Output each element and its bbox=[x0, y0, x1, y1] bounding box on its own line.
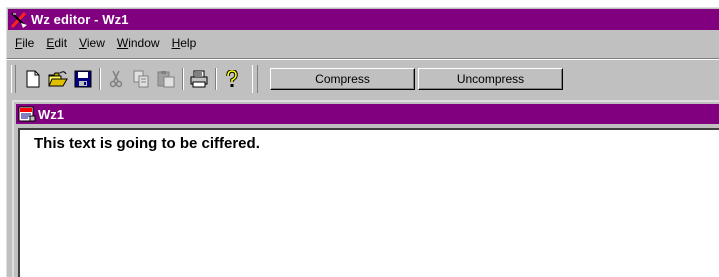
toolbar-grip[interactable] bbox=[11, 65, 16, 93]
menu-help[interactable]: Help bbox=[166, 33, 203, 53]
menu-window-mnemonic: W bbox=[116, 36, 129, 50]
open-folder-icon[interactable] bbox=[47, 68, 69, 90]
toolbar-separator bbox=[182, 68, 184, 90]
cut-scissors-icon[interactable] bbox=[105, 68, 127, 90]
menu-bar: File Edit View Window Help bbox=[9, 32, 202, 54]
menu-edit-label: dit bbox=[54, 36, 68, 50]
menu-help-mnemonic: H bbox=[171, 36, 181, 50]
toolbar: Compress Uncompress bbox=[11, 63, 719, 95]
editor-content: This text is going to be ciffered. bbox=[34, 135, 260, 152]
app-window: Wz editor - Wz1 File Edit View Window He… bbox=[6, 7, 719, 277]
menu-file-label: ile bbox=[22, 36, 35, 50]
menu-edit[interactable]: Edit bbox=[40, 33, 73, 53]
text-editor[interactable]: This text is going to be ciffered. bbox=[18, 128, 719, 277]
menu-file[interactable]: File bbox=[9, 33, 40, 53]
print-icon[interactable] bbox=[188, 68, 210, 90]
paste-icon[interactable] bbox=[155, 68, 177, 90]
mdi-client-area: Wz1 This text is going to be ciffered. bbox=[12, 100, 719, 277]
toolbar-divider bbox=[7, 58, 719, 60]
compress-button[interactable]: Compress bbox=[270, 68, 415, 90]
help-question-icon[interactable] bbox=[221, 68, 243, 90]
toolbar-separator bbox=[215, 68, 217, 90]
menu-view[interactable]: View bbox=[73, 33, 111, 53]
document-title: Wz1 bbox=[38, 106, 64, 122]
toolbar-separator bbox=[99, 68, 101, 90]
menu-help-label: elp bbox=[180, 36, 197, 50]
copy-icon[interactable] bbox=[130, 68, 152, 90]
window-title: Wz editor - Wz1 bbox=[31, 12, 129, 27]
menu-window[interactable]: Window bbox=[111, 33, 166, 53]
menu-view-mnemonic: V bbox=[79, 36, 87, 50]
toolbar-separator bbox=[252, 65, 258, 93]
document-window: Wz1 This text is going to be ciffered. bbox=[12, 100, 719, 277]
document-title-bar[interactable]: Wz1 bbox=[16, 104, 719, 124]
app-logo-icon bbox=[10, 11, 28, 29]
menu-window-label: indow bbox=[128, 36, 160, 50]
uncompress-button[interactable]: Uncompress bbox=[418, 68, 563, 90]
new-file-icon[interactable] bbox=[22, 68, 44, 90]
save-disk-icon[interactable] bbox=[72, 68, 94, 90]
title-bar[interactable]: Wz editor - Wz1 bbox=[8, 9, 719, 30]
menu-view-label: iew bbox=[86, 36, 105, 50]
document-icon bbox=[18, 106, 36, 122]
